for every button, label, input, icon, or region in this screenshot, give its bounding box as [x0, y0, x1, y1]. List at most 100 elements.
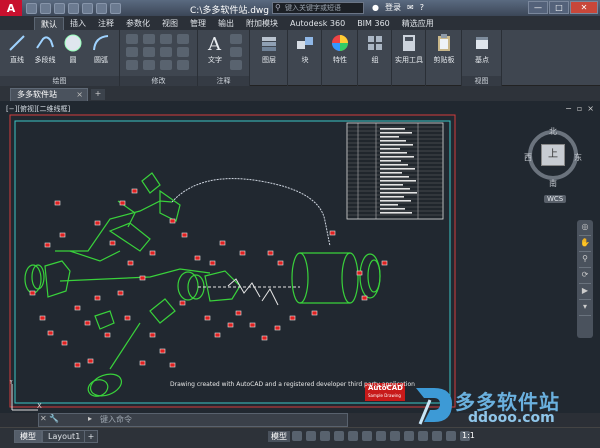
calculator-icon	[403, 35, 415, 51]
explode-icon[interactable]	[177, 47, 189, 57]
grid-icon[interactable]	[292, 431, 302, 441]
zoom-icon[interactable]: ⚲	[579, 254, 591, 268]
saveas-icon[interactable]	[68, 2, 79, 14]
move-icon[interactable]	[126, 34, 138, 44]
stretch-icon[interactable]	[126, 60, 138, 70]
base-button[interactable]: 基点	[467, 33, 497, 65]
wcs-menu[interactable]: WCS	[544, 195, 567, 203]
tab-default[interactable]: 默认	[34, 17, 64, 30]
tab-annotate[interactable]: 注释	[92, 17, 120, 30]
add-layout-button[interactable]: +	[84, 430, 98, 443]
utilities-button[interactable]: 实用工具	[394, 33, 424, 65]
maximize-button[interactable]: □	[549, 1, 569, 14]
lineweight-icon[interactable]	[376, 431, 386, 441]
tab-output[interactable]: 输出	[212, 17, 240, 30]
group-button[interactable]: 组	[360, 33, 390, 65]
autocad-logo-icon[interactable]: A	[0, 0, 22, 16]
block-button[interactable]: 块	[290, 33, 320, 65]
pan-icon[interactable]: ✋	[579, 238, 591, 252]
tab-view[interactable]: 视图	[156, 17, 184, 30]
arc-button[interactable]: 圆弧	[86, 33, 116, 65]
file-tab[interactable]: 多多软件站 ×	[10, 88, 88, 101]
leader-icon[interactable]	[230, 47, 242, 57]
new-tab-button[interactable]: +	[91, 89, 105, 100]
compass-east[interactable]: 东	[574, 152, 582, 163]
tab-layout1[interactable]: Layout1	[42, 430, 87, 443]
help-icon[interactable]: ?	[420, 3, 424, 12]
redo-icon[interactable]	[110, 2, 121, 14]
viewport-close-icon[interactable]: ×	[587, 104, 594, 113]
close-button[interactable]: ✕	[570, 1, 598, 14]
ortho-icon[interactable]	[320, 431, 330, 441]
properties-button[interactable]: 特性	[325, 33, 355, 65]
print-icon[interactable]	[82, 2, 93, 14]
selection-icon[interactable]	[390, 431, 400, 441]
dimension-icon[interactable]	[230, 34, 242, 44]
user-icon[interactable]: ●	[372, 3, 379, 12]
nav-menu-icon[interactable]: ▾	[579, 302, 591, 316]
clipboard-button[interactable]: 剪贴板	[429, 33, 459, 65]
tab-manage[interactable]: 管理	[184, 17, 212, 30]
scale-icon[interactable]	[143, 60, 155, 70]
exchange-icon[interactable]: ✉	[407, 3, 414, 12]
showmotion-icon[interactable]: ▶	[579, 286, 591, 300]
undo-icon[interactable]	[96, 2, 107, 14]
compass-west[interactable]: 西	[524, 152, 532, 163]
fillet-icon[interactable]	[160, 47, 172, 57]
command-line[interactable]	[38, 413, 348, 427]
text-button[interactable]: A 文字	[200, 33, 230, 65]
annotation-panel-title[interactable]: 注释	[198, 76, 249, 86]
compass-south[interactable]: 南	[549, 178, 557, 189]
status-model-button[interactable]: 模型	[268, 431, 290, 442]
polar-icon[interactable]	[334, 431, 344, 441]
table-icon[interactable]	[230, 60, 242, 70]
open-icon[interactable]	[40, 2, 51, 14]
tab-addins[interactable]: 附加模块	[240, 17, 284, 30]
save-icon[interactable]	[54, 2, 65, 14]
snap-icon[interactable]	[306, 431, 316, 441]
layers-button[interactable]: 图层	[254, 33, 284, 65]
otrack-icon[interactable]	[362, 431, 372, 441]
offset-icon[interactable]	[177, 60, 189, 70]
erase-icon[interactable]	[177, 34, 189, 44]
autoscale-icon[interactable]	[432, 431, 442, 441]
polyline-button[interactable]: 多段线	[30, 33, 60, 65]
tab-featured-apps[interactable]: 精选应用	[396, 17, 440, 30]
viewcube-top-face[interactable]: 上	[541, 144, 565, 166]
annotation-visibility-icon[interactable]	[418, 431, 428, 441]
modify-panel-title[interactable]: 修改	[120, 76, 197, 86]
text-icon: A	[207, 34, 222, 53]
trim-icon[interactable]	[160, 34, 172, 44]
drawing-canvas[interactable]	[0, 101, 600, 413]
rotate-icon[interactable]	[143, 34, 155, 44]
tab-bim360[interactable]: BIM 360	[351, 17, 396, 30]
copy-icon[interactable]	[126, 47, 138, 57]
viewport-restore-icon[interactable]: ▫	[577, 104, 582, 113]
array-icon[interactable]	[160, 60, 172, 70]
close-tab-icon[interactable]: ×	[76, 89, 83, 101]
viewport-label[interactable]: [−][俯视][二维线框]	[6, 104, 70, 114]
annoscale-icon[interactable]	[446, 431, 456, 441]
search-input[interactable]: 键入关键字或短语	[272, 2, 364, 14]
viewport-minimize-icon[interactable]: −	[565, 104, 572, 113]
steering-wheel-icon[interactable]: ◎	[579, 222, 591, 236]
tab-autodesk360[interactable]: Autodesk 360	[284, 17, 351, 30]
tab-model[interactable]: 模型	[14, 430, 42, 443]
login-button[interactable]: 登录	[385, 2, 401, 13]
view-panel-title[interactable]: 视图	[462, 76, 501, 86]
minimize-button[interactable]: —	[528, 1, 548, 14]
annotation-scale[interactable]: 1:1	[462, 431, 475, 440]
line-button[interactable]: 直线	[2, 33, 32, 65]
osnap-icon[interactable]	[348, 431, 358, 441]
compass-north[interactable]: 北	[549, 126, 557, 137]
tab-parametric[interactable]: 参数化	[120, 17, 156, 30]
gizmo-icon[interactable]	[404, 431, 414, 441]
mirror-icon[interactable]	[143, 47, 155, 57]
tab-insert[interactable]: 插入	[64, 17, 92, 30]
new-icon[interactable]	[26, 2, 37, 14]
command-close-icon[interactable]: ✕ 🔧	[40, 414, 59, 423]
draw-panel-title[interactable]: 绘图	[0, 76, 119, 86]
orbit-icon[interactable]: ⟳	[579, 270, 591, 284]
command-input[interactable]: 键入命令	[100, 414, 132, 425]
circle-button[interactable]: 圆	[58, 33, 88, 65]
